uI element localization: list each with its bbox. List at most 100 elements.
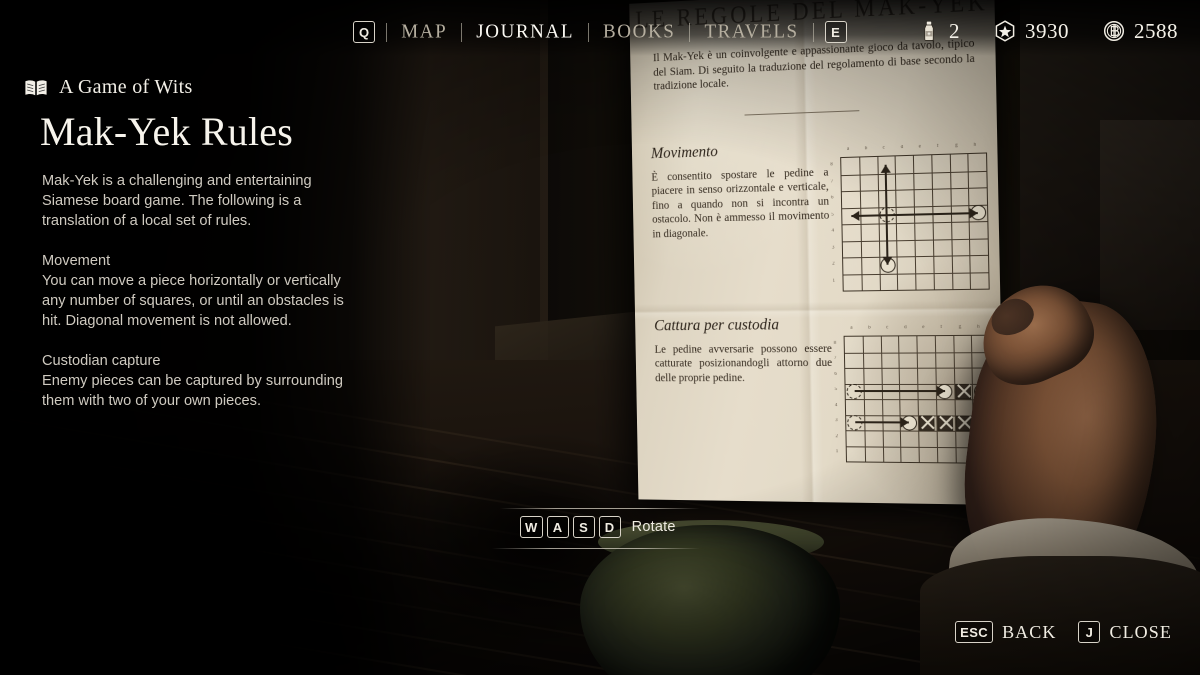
board-column-label: d	[900, 144, 904, 151]
rule-body: You can move a piece horizontally or ver…	[42, 273, 344, 329]
board-row-label: 1	[832, 278, 836, 284]
counter-supplies-value: 2	[949, 18, 960, 43]
key-hint-q[interactable]: Q	[353, 21, 376, 43]
key-hint-d[interactable]: D	[598, 516, 621, 538]
board-row-label: 1	[835, 449, 839, 455]
key-hint-esc[interactable]: ESC	[955, 621, 994, 643]
resource-counters: 2 3930 2588	[918, 16, 1178, 46]
paper-section-heading: Cattura per custodia	[654, 316, 780, 335]
board-gridline	[845, 399, 991, 401]
back-action[interactable]: ESC BACK	[955, 621, 1056, 643]
key-hint-j[interactable]: J	[1078, 621, 1101, 643]
paper-section-heading: Movimento	[650, 143, 718, 163]
board-column-label: b	[864, 146, 868, 152]
nav-divider	[386, 22, 388, 42]
tab-map[interactable]: MAP	[398, 20, 450, 43]
board-arrow-head	[880, 164, 892, 174]
board-column-label: e	[918, 144, 922, 150]
board-column-label: e	[922, 325, 925, 331]
tab-books[interactable]: BOOKS	[600, 20, 678, 43]
paper-section-movimento: Movimento È consentito spostare le pedin…	[651, 139, 830, 241]
page-title: Mak-Yek Rules	[40, 109, 293, 154]
board-column-label: f	[940, 324, 943, 330]
rotate-prompt[interactable]: W A S D Rotate	[520, 516, 700, 538]
nav-divider	[588, 22, 590, 42]
board-column-label: g	[958, 324, 962, 330]
nav-divider	[812, 22, 814, 42]
bottle-icon	[918, 20, 940, 42]
board-column-label: c	[882, 145, 885, 151]
rule-heading: Movement	[42, 253, 111, 269]
board-grid	[840, 152, 990, 292]
board-row-label: 4	[831, 228, 835, 234]
board-column-label: c	[886, 325, 889, 331]
counter-currency: 2588	[1103, 19, 1178, 44]
board-arrow-head	[882, 256, 893, 266]
open-book-icon	[24, 79, 48, 97]
board-row-label: 6	[834, 371, 837, 377]
board-move-arrow	[854, 390, 945, 393]
coin-baht-icon	[1103, 20, 1125, 42]
breadcrumb-label: A Game of Wits	[59, 76, 193, 98]
journal-info-panel: A Game of Wits Mak-Yek Rules Mak-Yek is …	[24, 76, 384, 411]
star-hexagon-icon	[994, 20, 1016, 42]
board-arrow-head	[900, 417, 910, 428]
key-hint-s[interactable]: S	[572, 516, 595, 538]
board-column-label: a	[846, 146, 850, 152]
board-row-label: 8	[833, 340, 837, 346]
counter-currency-value: 2588	[1134, 18, 1178, 43]
board-column-label: g	[955, 143, 958, 149]
counter-experience: 3930	[994, 19, 1069, 44]
board-piece-enemy	[919, 415, 935, 431]
rotate-prompt-line-top	[500, 508, 700, 509]
rotate-prompt-label: Rotate	[631, 519, 676, 535]
key-hint-w[interactable]: W	[520, 516, 543, 538]
rule-section-custodian-capture: Custodian capture Enemy pieces can be ca…	[42, 351, 364, 411]
board-column-label: h	[977, 324, 980, 330]
paper-section-body: Le pedine avversarie possono essere catt…	[654, 342, 833, 384]
bottom-action-prompts: ESC BACK J CLOSE	[955, 621, 1172, 643]
board-arrow-head	[851, 210, 860, 221]
rule-heading: Custodian capture	[42, 353, 161, 369]
board-column-label: h	[973, 142, 977, 148]
tab-journal[interactable]: JOURNAL	[473, 20, 577, 43]
board-arrow-head	[969, 207, 979, 219]
wall-right-secondary	[1100, 120, 1200, 330]
rule-body: Enemy pieces can be captured by surround…	[42, 373, 343, 409]
board-column-label: a	[850, 325, 853, 331]
board-row-label: 8	[830, 162, 833, 168]
counter-supplies: 2	[918, 19, 960, 44]
rule-section-movement: Movement You can move a piece horizontal…	[42, 251, 364, 331]
key-hint-a[interactable]: A	[546, 516, 569, 538]
board-piece-enemy	[955, 383, 971, 399]
breadcrumb: A Game of Wits	[24, 76, 384, 99]
board-column-label: b	[868, 325, 871, 331]
board-row-label: 3	[835, 418, 838, 424]
paper-section-cattura: Cattura per custodia Le pedine avversari…	[654, 316, 833, 386]
board-column-label: f	[936, 143, 939, 149]
board-piece-enemy	[937, 415, 954, 431]
board-row-label: 6	[830, 195, 834, 201]
board-arrow-head	[936, 386, 945, 397]
journal-paper[interactable]: LE REGOLE DEL MAK-YEK Il Mak-Yek è un co…	[629, 0, 1005, 505]
rotate-prompt-line-bottom	[492, 548, 700, 549]
board-column-label: d	[904, 325, 907, 331]
nav-divider	[689, 22, 691, 42]
board-row-label: 5	[834, 387, 838, 393]
key-hint-e[interactable]: E	[824, 21, 847, 43]
board-row-label: 2	[832, 261, 835, 267]
tab-travels[interactable]: TRAVELS	[701, 20, 801, 43]
journal-paper-container[interactable]: LE REGOLE DEL MAK-YEK Il Mak-Yek è un co…	[620, 0, 1020, 514]
intro-paragraph: Mak-Yek is a challenging and entertainin…	[42, 173, 312, 229]
board-row-label: 7	[833, 356, 837, 362]
movement-board-diagram: a b c d e f g h 8 7 6 5 4 3 2 1	[826, 140, 992, 294]
back-label: BACK	[1002, 621, 1057, 642]
paper-section-body: È consentito spostare le pedine a piacer…	[651, 166, 830, 240]
board-row-label: 4	[834, 402, 838, 408]
board-row-label: 7	[830, 179, 834, 185]
nav-divider	[461, 22, 463, 42]
sleeve-dark	[920, 556, 1200, 675]
board-row-label: 5	[831, 212, 834, 218]
counter-experience-value: 3930	[1025, 18, 1069, 43]
close-action[interactable]: J CLOSE	[1078, 621, 1172, 643]
